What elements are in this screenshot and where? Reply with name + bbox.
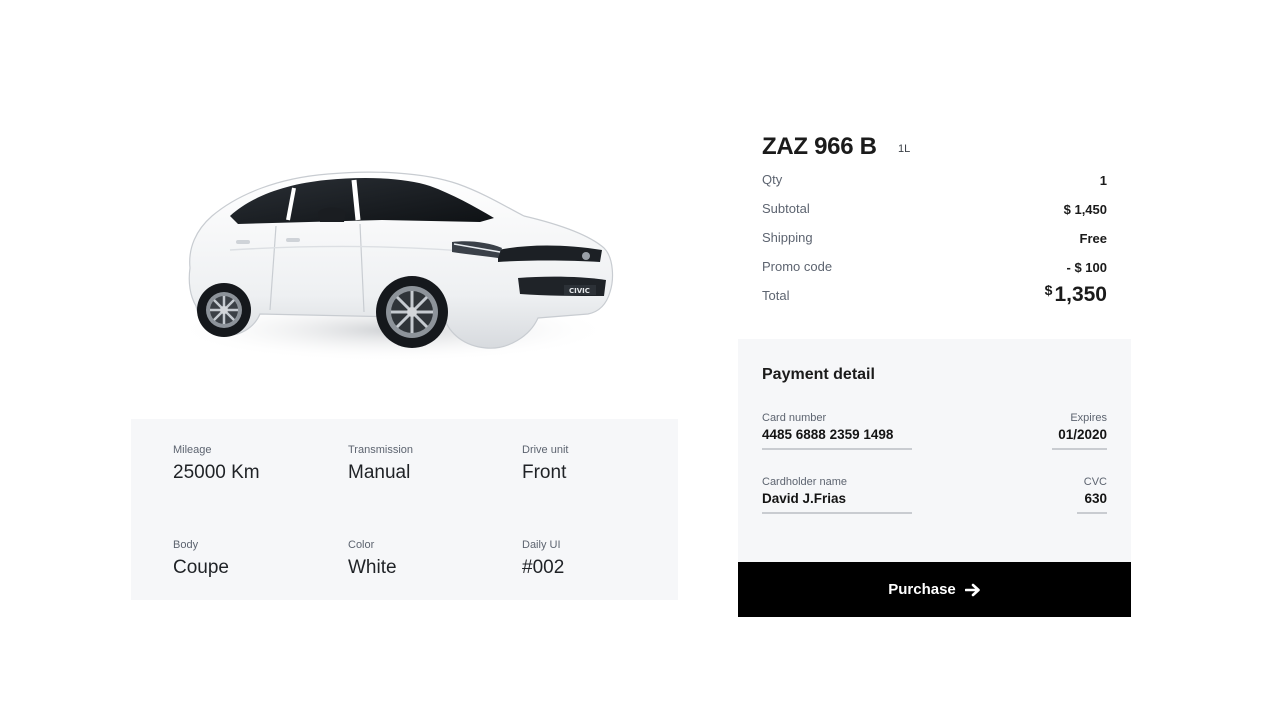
spec-value: #002 — [522, 557, 565, 578]
purchase-label: Purchase — [888, 581, 956, 598]
checkout-page: CIVIC Mileage 25000 Km Transmission Manu… — [0, 0, 1280, 720]
spec-mileage: Mileage 25000 Km — [173, 443, 333, 485]
total-label: Total — [762, 288, 790, 303]
card-number-field[interactable]: Card number 4485 6888 2359 1498 — [762, 411, 912, 450]
total-value: $1,350 — [1045, 282, 1107, 307]
spec-value: Coupe — [173, 557, 229, 578]
summary-row-total: Total $1,350 — [762, 282, 1107, 308]
card-number-underline — [762, 448, 912, 450]
spec-label: Transmission — [348, 444, 413, 456]
summary-row-promo: Promo code - $ 100 — [762, 259, 1107, 279]
card-number-value[interactable]: 4485 6888 2359 1498 — [762, 426, 912, 444]
spec-label: Drive unit — [522, 444, 569, 456]
spec-label: Daily UI — [522, 539, 561, 551]
cvc-underline — [1077, 512, 1107, 514]
purchase-button[interactable]: Purchase — [738, 562, 1131, 617]
plate-number: ZAZ 966 B — [762, 133, 877, 160]
spec-value: 25000 Km — [173, 462, 260, 483]
subtotal-value: $ 1,450 — [1063, 202, 1107, 217]
spec-value: White — [348, 557, 397, 578]
summary-row-qty: Qty 1 — [762, 172, 1107, 192]
spec-value: Manual — [348, 462, 411, 483]
car-image: CIVIC — [168, 150, 628, 380]
vehicle-specs-panel: Mileage 25000 Km Transmission Manual Dri… — [131, 419, 678, 600]
qty-value: 1 — [1099, 173, 1107, 188]
car-illustration: CIVIC — [173, 171, 614, 362]
qty-label: Qty — [762, 172, 783, 187]
summary-row-subtotal: Subtotal $ 1,450 — [762, 201, 1107, 221]
cvc-value[interactable]: 630 — [1077, 490, 1107, 508]
shipping-value: Free — [1079, 231, 1107, 246]
spec-label: Mileage — [173, 444, 212, 456]
payment-detail-panel: Payment detail Card number 4485 6888 235… — [738, 339, 1131, 562]
promo-code-label: Promo code — [762, 259, 833, 274]
cardholder-name-label: Cardholder name — [762, 476, 847, 488]
spec-drive-unit: Drive unit Front — [522, 443, 682, 485]
spec-daily-ui: Daily UI #002 — [522, 538, 682, 580]
spec-value: Front — [522, 462, 567, 483]
total-currency: $ — [1044, 282, 1053, 298]
cardholder-name-field[interactable]: Cardholder name David J.Frias — [762, 475, 912, 514]
promo-code-value: - $ 100 — [1066, 260, 1107, 275]
card-number-label: Card number — [762, 412, 827, 424]
spec-color: Color White — [348, 538, 508, 580]
subtotal-label: Subtotal — [762, 201, 810, 216]
spec-body: Body Coupe — [173, 538, 333, 580]
payment-detail-title: Payment detail — [762, 366, 875, 383]
expires-label: Expires — [1070, 412, 1107, 424]
cvc-field[interactable]: CVC 630 — [1077, 475, 1107, 514]
summary-row-shipping: Shipping Free — [762, 230, 1107, 250]
arrow-right-icon — [964, 583, 981, 597]
cardholder-name-underline — [762, 512, 912, 514]
shipping-label: Shipping — [762, 230, 813, 245]
cvc-label: CVC — [1083, 476, 1107, 488]
total-amount: 1,350 — [1054, 283, 1107, 306]
spec-label: Color — [348, 539, 375, 551]
expires-value[interactable]: 01/2020 — [1052, 426, 1107, 444]
spec-transmission: Transmission Manual — [348, 443, 508, 485]
civic-badge: CIVIC — [569, 287, 590, 295]
engine-volume: 1L — [898, 143, 911, 155]
expires-underline — [1052, 448, 1107, 450]
expires-field[interactable]: Expires 01/2020 — [1052, 411, 1107, 450]
cardholder-name-value[interactable]: David J.Frias — [762, 490, 912, 508]
spec-label: Body — [173, 539, 199, 551]
